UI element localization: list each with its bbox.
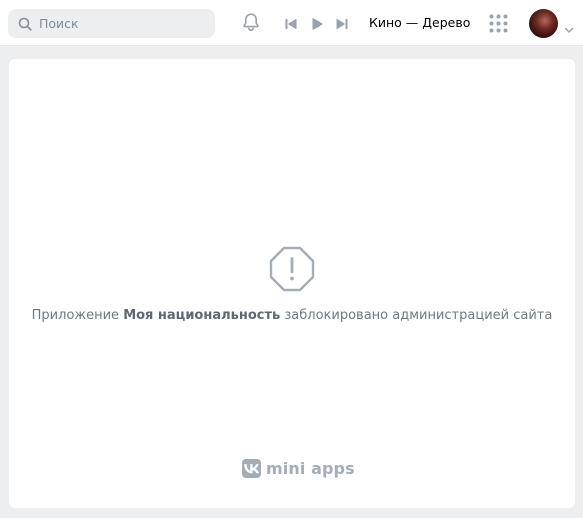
search-icon xyxy=(18,17,32,31)
search-box[interactable] xyxy=(8,9,215,38)
app-name: Моя национальность xyxy=(123,308,281,323)
vk-logo-icon xyxy=(242,459,261,478)
mini-apps-brand: mini apps xyxy=(242,459,355,478)
next-track-icon[interactable] xyxy=(335,16,349,30)
top-header: Кино — Дерево xyxy=(0,0,583,46)
play-icon[interactable] xyxy=(310,16,324,30)
previous-track-icon[interactable] xyxy=(284,16,298,30)
avatar[interactable] xyxy=(529,9,558,38)
blocked-message: Приложение Моя национальность заблокиров… xyxy=(9,308,575,323)
chevron-down-icon[interactable] xyxy=(564,19,574,33)
warning-octagon-icon xyxy=(268,245,316,293)
message-suffix: заблокировано администрацией сайта xyxy=(280,308,553,323)
bell-icon[interactable] xyxy=(240,11,262,33)
now-playing-track[interactable]: Кино — Дерево xyxy=(369,15,470,30)
apps-grid-icon[interactable] xyxy=(489,14,508,33)
brand-text: mini apps xyxy=(266,459,355,478)
mini-app-container: Приложение Моя национальность заблокиров… xyxy=(9,59,575,508)
search-input[interactable] xyxy=(39,16,199,31)
message-prefix: Приложение xyxy=(31,308,124,323)
